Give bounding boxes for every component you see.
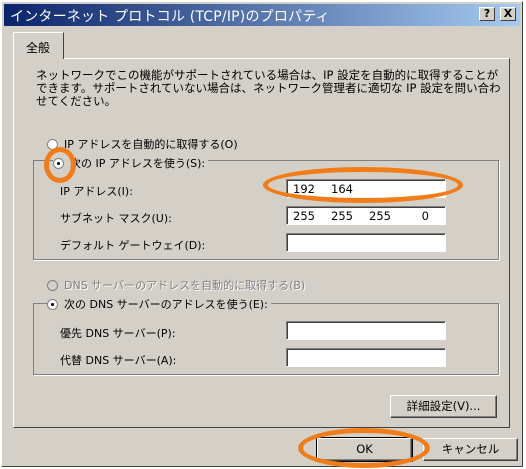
ip-auto-option[interactable]: IP アドレスを自動的に取得する(O) [47,136,241,152]
help-button[interactable]: ? [479,7,495,21]
gateway-field[interactable] [286,233,446,252]
dns-auto-option[interactable]: DNS サーバーのアドレスを自動的に取得する(B) [47,277,309,293]
description-text: ネットワークでこの機能がサポートされている場合は、IP 設定を自動的に取得するこ… [36,68,501,108]
cancel-button[interactable]: キャンセル [423,438,518,461]
ip-manual-option[interactable]: 次の IP アドレスを使う(S): [53,155,209,171]
subnet-octet-4: 0 [421,209,429,223]
dns-manual-option[interactable]: 次の DNS サーバーのアドレスを使う(E): [47,296,271,312]
subnet-octet-3: 255 [369,209,391,223]
close-button[interactable]: X [500,7,516,21]
ip-address-field[interactable]: 192 164 [286,179,446,198]
gateway-label: デフォルト ゲートウェイ(D): [60,239,206,252]
preferred-dns-field[interactable] [286,321,446,340]
subnet-mask-label: サブネット マスク(U): [60,212,172,225]
ip-address-octet-2: 164 [331,182,353,196]
ip-auto-radio[interactable] [47,138,58,150]
title-bar[interactable]: インターネット プロトコル (TCP/IP)のプロパティ ? X [4,4,520,26]
window-title: インターネット プロトコル (TCP/IP)のプロパティ [10,9,330,25]
ip-auto-label: IP アドレスを自動的に取得する(O) [64,138,238,151]
dns-manual-radio[interactable] [47,298,58,310]
preferred-dns-label: 優先 DNS サーバー(P): [60,327,176,340]
advanced-button[interactable]: 詳細設定(V)... [390,395,497,418]
subnet-octet-2: 255 [331,209,353,223]
alternate-dns-field[interactable] [286,348,446,367]
tab-general[interactable]: 全般 [13,32,64,59]
subnet-mask-field[interactable]: 255 255 255 0 [286,206,446,225]
ok-button[interactable]: OK [316,437,413,462]
ip-address-label: IP アドレス(I): [60,185,133,198]
ip-address-octet-1: 192 [293,182,315,196]
dns-manual-label: 次の DNS サーバーのアドレスを使う(E): [64,298,268,311]
ip-manual-label: 次の IP アドレスを使う(S): [70,157,206,170]
alternate-dns-label: 代替 DNS サーバー(A): [60,354,177,367]
subnet-octet-1: 255 [293,209,315,223]
dns-auto-label: DNS サーバーのアドレスを自動的に取得する(B) [64,279,306,292]
ip-manual-radio[interactable] [53,157,64,169]
dns-auto-radio[interactable] [47,279,58,291]
tab-general-label: 全般 [26,41,51,55]
